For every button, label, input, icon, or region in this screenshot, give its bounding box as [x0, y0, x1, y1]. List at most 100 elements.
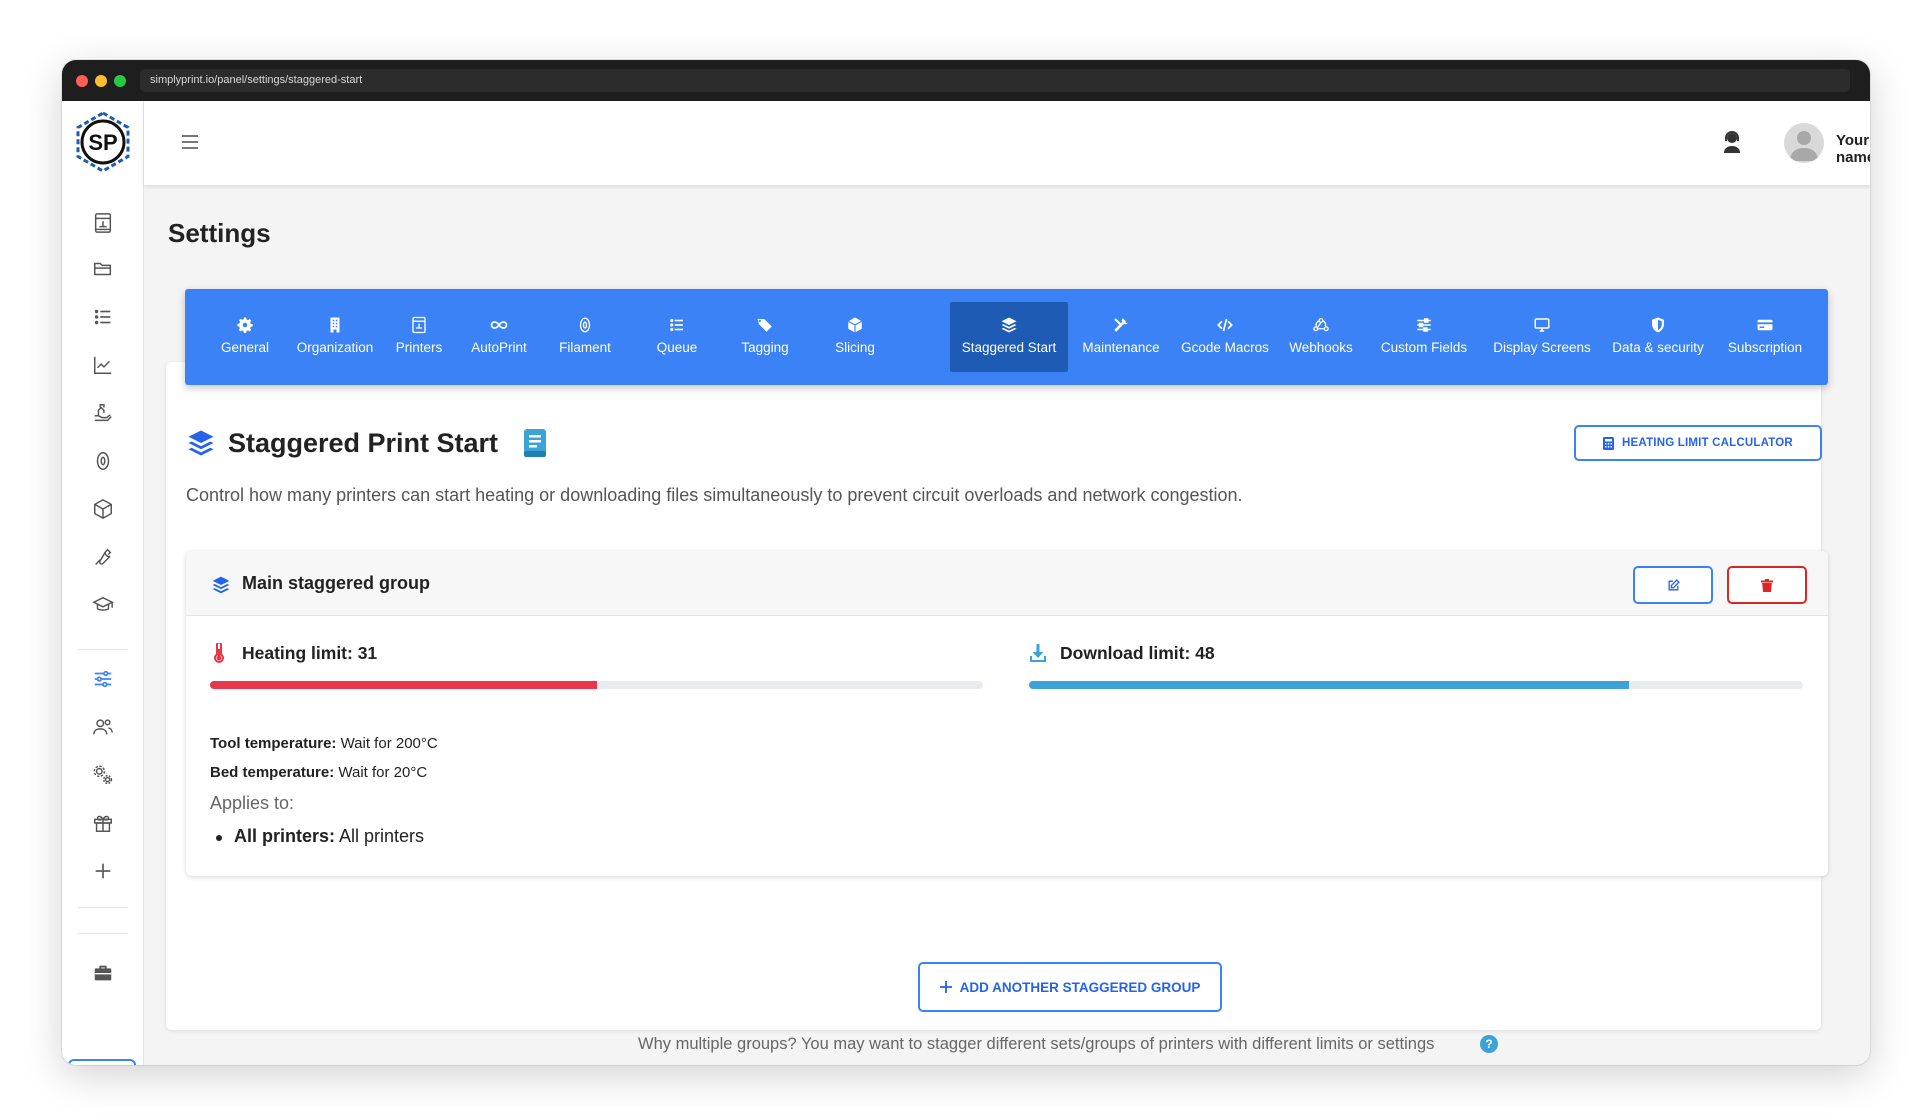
tab-webhooks[interactable]: Webhooks [1283, 302, 1359, 372]
bed-temperature-line: Bed temperature: Wait for 20°C [210, 764, 427, 781]
filament-icon [96, 452, 110, 470]
tool-temperature-value: Wait for 200°C [336, 735, 438, 752]
help-note: Why multiple groups? You may want to sta… [638, 1035, 1435, 1053]
sidebar-settings[interactable] [87, 663, 119, 695]
edit-icon [1668, 578, 1680, 590]
tab-label: Organization [296, 340, 374, 355]
tab-label: Webhooks [1289, 340, 1353, 355]
tab-subscription[interactable]: Subscription [1721, 302, 1809, 372]
sidebar-filament[interactable] [87, 445, 119, 477]
add-staggered-group-button[interactable]: ADD ANOTHER STAGGERED GROUP [918, 962, 1222, 1012]
tab-tagging[interactable]: Tagging [733, 302, 797, 372]
sliders-icon [1417, 318, 1431, 332]
sidebar-printers[interactable] [87, 207, 119, 239]
layers-icon [1001, 317, 1017, 333]
tab-filament[interactable]: Filament [550, 302, 620, 372]
user-name[interactable]: Your name [1836, 132, 1870, 166]
tab-label: Display Screens [1493, 340, 1591, 355]
applies-to-label: Applies to: [210, 793, 295, 813]
applies-item-label: All printers: [234, 826, 336, 846]
tool-temperature-label: Tool temperature: [210, 735, 337, 752]
support-agent-icon[interactable] [1720, 129, 1744, 155]
download-icon [1030, 644, 1046, 662]
tab-label: General [220, 340, 270, 355]
gear-icon [237, 317, 253, 333]
cube-icon [94, 498, 112, 520]
section-title: Staggered Print Start [228, 428, 499, 458]
tags-icon [757, 319, 772, 332]
book-icon[interactable] [522, 428, 548, 458]
infinity-icon [490, 321, 508, 329]
edit-group-button[interactable] [1633, 566, 1713, 604]
tab-queue[interactable]: Queue [647, 302, 707, 372]
gears-icon [93, 765, 113, 785]
tab-label: Slicing [835, 340, 875, 355]
button-label: ADD ANOTHER STAGGERED GROUP [959, 979, 1201, 995]
sidebar-business[interactable] [87, 957, 119, 989]
sidebar-users[interactable] [87, 711, 119, 743]
printer-icon [412, 316, 426, 334]
minimize-window-button[interactable] [95, 75, 107, 87]
cube-icon [847, 317, 863, 333]
printer-icon [94, 213, 112, 233]
shield-icon [1652, 317, 1664, 333]
tab-organization[interactable]: Organization [292, 302, 378, 372]
folder-icon [94, 262, 112, 276]
sidebar-maintenance[interactable] [87, 541, 119, 573]
group-header: Main staggered group [186, 551, 1828, 616]
tab-label: Maintenance [1082, 340, 1160, 355]
sidebar-statistics[interactable] [87, 349, 119, 381]
download-limit-label: Download limit: 48 [1060, 643, 1215, 663]
hand-icon [94, 404, 112, 422]
applies-to-item: All printers: All printers [215, 826, 424, 847]
address-bar[interactable]: simplyprint.io/panel/settings/staggered-… [140, 69, 1850, 92]
delete-group-button[interactable] [1727, 566, 1807, 604]
sidebar: SP [62, 101, 144, 1065]
bed-temperature-value: Wait for 20°C [334, 764, 428, 781]
trash-icon [1761, 578, 1773, 592]
favorites-button[interactable]: ★ [68, 1059, 136, 1065]
maximize-window-button[interactable] [114, 75, 126, 87]
avatar[interactable] [1784, 123, 1824, 163]
sidebar-integrations[interactable] [87, 759, 119, 791]
sidebar-divider [78, 907, 128, 908]
sidebar-queue[interactable] [87, 301, 119, 333]
tab-slicing[interactable]: Slicing [825, 302, 885, 372]
close-window-button[interactable] [76, 75, 88, 87]
tab-label: Gcode Macros [1181, 340, 1269, 355]
sidebar-add[interactable] [87, 855, 119, 887]
sidebar-academy[interactable] [87, 589, 119, 621]
tab-autoprint[interactable]: AutoPrint [461, 302, 537, 372]
simplyprint-logo[interactable]: SP [72, 111, 134, 173]
bed-temperature-label: Bed temperature: [210, 764, 335, 781]
wrench-icon [95, 548, 112, 565]
sidebar-divider [78, 933, 128, 934]
sidebar-files[interactable] [87, 253, 119, 285]
download-limit-bar [1029, 681, 1803, 689]
tab-printers[interactable]: Printers [389, 302, 449, 372]
building-icon [330, 317, 340, 333]
sidebar-referrals[interactable] [87, 807, 119, 839]
tab-display-screens[interactable]: Display Screens [1489, 302, 1595, 372]
thermometer-icon [214, 643, 224, 663]
list-icon [670, 318, 683, 332]
button-label: HEATING LIMIT CALCULATOR [1622, 437, 1793, 449]
hamburger-menu-icon[interactable] [178, 130, 202, 154]
tab-general[interactable]: General [209, 302, 281, 372]
sliders-icon [94, 670, 112, 688]
heating-limit-calculator-button[interactable]: HEATING LIMIT CALCULATOR [1574, 425, 1822, 461]
download-limit-bar-fill [1029, 681, 1629, 689]
sidebar-models[interactable] [87, 493, 119, 525]
gift-icon [94, 815, 112, 832]
question-icon[interactable]: ? [1480, 1035, 1498, 1053]
tab-staggered-start[interactable]: Staggered Start [950, 302, 1068, 372]
graduation-cap-icon [92, 596, 114, 611]
tab-maintenance[interactable]: Maintenance [1078, 302, 1164, 372]
tab-gcode-macros[interactable]: Gcode Macros [1177, 302, 1273, 372]
browser-window: simplyprint.io/panel/settings/staggered-… [62, 60, 1870, 1065]
tab-label: Data & security [1612, 340, 1704, 355]
logo-text: SP [88, 130, 117, 155]
tab-data-security[interactable]: Data & security [1606, 302, 1710, 372]
tab-custom-fields[interactable]: Custom Fields [1371, 302, 1477, 372]
sidebar-request-print[interactable] [87, 397, 119, 429]
